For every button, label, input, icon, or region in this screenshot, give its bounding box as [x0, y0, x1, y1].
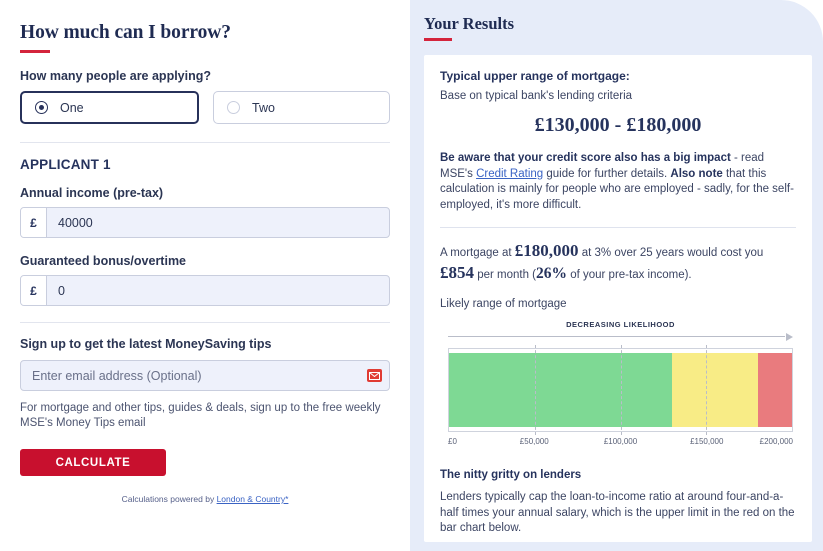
chart-plot-area: [448, 345, 793, 435]
bonus-overtime-field[interactable]: £ 0: [20, 275, 390, 306]
signup-divider: [20, 322, 390, 323]
bonus-overtime-value[interactable]: 0: [47, 276, 389, 305]
likelihood-bar-chart: DECREASING LIKELIHOOD £0 £50,000 £100,000 £…: [448, 320, 793, 453]
monthly-payment-value: £854: [440, 263, 474, 282]
applicant-heading: APPLICANT 1: [20, 157, 111, 172]
results-card: Typical upper range of mortgage: Base on…: [424, 55, 812, 542]
gridline: [534, 345, 536, 435]
mortgage-pre-text: A mortgage at: [440, 247, 515, 259]
chart-title: DECREASING LIKELIHOOD: [566, 320, 675, 329]
arrow-line: [448, 336, 785, 337]
signup-label: Sign up to get the latest MoneySaving ti…: [20, 337, 272, 351]
mortgage-range-value: £130,000 - £180,000: [534, 114, 702, 136]
results-divider: [440, 227, 796, 228]
section-divider: [20, 142, 390, 143]
annual-income-field[interactable]: £ 40000: [20, 207, 390, 238]
axis-tick-label: £200,000: [759, 437, 793, 446]
credit-score-paragraph: Be aware that your credit score also has…: [440, 151, 796, 213]
envelope-icon: [367, 369, 382, 382]
income-percent-value: 26%: [536, 265, 567, 282]
also-note-bold: Also note: [670, 167, 723, 180]
applicants-question-label: How many people are applying?: [20, 69, 212, 83]
title-underline-rule: [20, 50, 50, 53]
applicants-radio-group: One Two: [20, 91, 390, 124]
chart-direction-arrow: DECREASING LIKELIHOOD: [448, 320, 793, 348]
email-input-placeholder[interactable]: Enter email address (Optional): [32, 369, 367, 383]
monthly-mid-text: per month (: [474, 269, 536, 281]
chart-axis-ticks: £0 £50,000 £100,000 £150,000 £200,000: [448, 437, 793, 453]
chart-band-likely: [449, 353, 672, 427]
chart-band-unlikely: [757, 353, 792, 427]
results-panel: Your Results Typical upper range of mort…: [410, 0, 823, 551]
mortgage-cost-paragraph: A mortgage at £180,000 at 3% over 25 yea…: [440, 241, 796, 285]
mortgage-borrowing-calculator: How much can I borrow? How many people a…: [0, 0, 823, 551]
results-underline-rule: [424, 38, 452, 41]
radio-option-one-label: One: [60, 100, 84, 115]
radio-option-two-label: Two: [252, 100, 275, 115]
signup-note: For mortgage and other tips, guides & de…: [20, 402, 381, 429]
nitty-gritty-heading: The nitty gritty on lenders: [440, 469, 582, 481]
axis-tick-label: £50,000: [519, 437, 549, 446]
page-title: How much can I borrow?: [20, 22, 231, 43]
upper-range-subtext: Base on typical bank's lending criteria: [440, 90, 633, 102]
gridline: [706, 345, 708, 435]
axis-tick-label: £100,000: [603, 437, 638, 446]
likely-range-label: Likely range of mortgage: [440, 298, 567, 310]
radio-selected-icon: [35, 101, 48, 114]
mortgage-amount-value: £180,000: [514, 241, 579, 260]
monthly-tail-text: of your pre-tax income).: [567, 269, 692, 281]
credit-score-after-link: guide for further details.: [543, 167, 671, 180]
london-and-country-link[interactable]: London & Country*: [217, 494, 289, 504]
mortgage-mid-text: at 3% over 25 years would cost you: [578, 247, 764, 259]
email-field[interactable]: Enter email address (Optional): [20, 360, 390, 391]
annual-income-value[interactable]: 40000: [47, 208, 389, 237]
chart-band-possible: [671, 353, 758, 427]
borrowing-form-panel: How much can I borrow? How many people a…: [0, 0, 410, 551]
arrow-head-icon: [786, 332, 793, 341]
currency-symbol-icon: £: [21, 208, 47, 237]
axis-tick-label: £150,000: [690, 437, 724, 446]
credit-rating-link[interactable]: Credit Rating: [476, 168, 543, 180]
nitty-gritty-paragraph: Lenders typically cap the loan-to-income…: [440, 491, 795, 534]
axis-tick-label: £0: [448, 437, 457, 446]
currency-symbol-icon: £: [21, 276, 47, 305]
calculate-button[interactable]: CALCULATE: [20, 449, 166, 476]
radio-unselected-icon: [227, 101, 240, 114]
bonus-overtime-label: Guaranteed bonus/overtime: [20, 254, 187, 268]
radio-option-two[interactable]: Two: [213, 91, 390, 124]
radio-option-one[interactable]: One: [20, 91, 199, 124]
annual-income-label: Annual income (pre-tax): [20, 186, 164, 200]
upper-range-heading: Typical upper range of mortgage:: [440, 69, 630, 83]
credit-score-bold-lead: Be aware that your credit score also has…: [440, 152, 731, 164]
powered-by-credit: Calculations powered by London & Country…: [20, 494, 390, 504]
powered-by-prefix: Calculations powered by: [121, 494, 217, 504]
results-title: Your Results: [424, 14, 515, 33]
gridline: [620, 345, 622, 435]
